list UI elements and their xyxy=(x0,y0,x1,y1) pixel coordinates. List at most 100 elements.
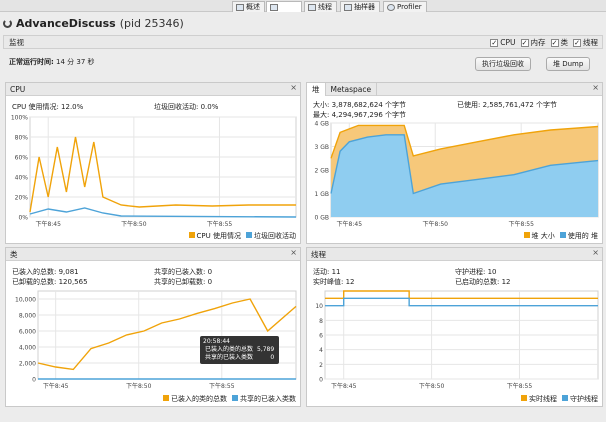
legend-label: 堆 大小 xyxy=(531,232,555,240)
tooltip-label: 共享的已装入类数 xyxy=(205,354,254,361)
tab-heap[interactable]: 堆 xyxy=(307,82,326,96)
uptime-value: 14 分 37 秒 xyxy=(56,58,95,66)
close-icon[interactable]: × xyxy=(290,248,297,257)
checkbox-checked-icon[interactable]: ✓ xyxy=(520,38,529,47)
x-tick-label: 下午8:45 xyxy=(337,220,363,228)
y-tick-label: 10,000 xyxy=(15,297,36,304)
cpu-panel-header: CPU × xyxy=(6,83,300,96)
legend-label: 已装入的类的总数 xyxy=(171,395,227,403)
close-icon[interactable]: × xyxy=(592,83,599,92)
chart-tooltip: 20:58:44 已装入的类的总数 5,789 共享的已装入类数 0 xyxy=(200,336,280,364)
app-pid: (pid 25346) xyxy=(119,16,184,30)
y-tick-label: 60% xyxy=(15,155,29,162)
threads-chart: 0 2 4 6 8 10 下午8:45 下午8:50 下午8:55 xyxy=(315,290,599,390)
y-tick-label: 20% xyxy=(15,195,29,202)
legend-swatch xyxy=(521,395,527,401)
checkbox-checked-icon[interactable]: ✓ xyxy=(490,38,499,47)
threads-legend: 实时线程 守护线程 xyxy=(521,394,598,404)
x-tick-label: 下午8:50 xyxy=(121,220,147,228)
shared-loaded: 共享的已装入数: 0 xyxy=(154,268,213,276)
legend-label: CPU 使用情况 xyxy=(196,232,241,240)
monitor-checkboxes: ✓ CPU ✓ 内存 ✓ 类 ✓ 线程 xyxy=(490,37,598,48)
check-memory[interactable]: ✓ 内存 xyxy=(520,37,546,48)
check-classes[interactable]: ✓ 类 xyxy=(550,37,568,48)
tooltip-value: 5,789 xyxy=(257,346,275,353)
heap-legend: 堆 大小 使用的 堆 xyxy=(523,231,598,241)
x-tick-label: 下午8:50 xyxy=(419,382,445,390)
legend-item: 垃圾回收活动 xyxy=(246,231,296,241)
checkbox-checked-icon[interactable]: ✓ xyxy=(573,38,581,47)
heap-chart: 0 GB 1 GB 2 GB 3 GB 4 GB 下午8:45 下午8:50 下午8:55 xyxy=(315,121,599,228)
classes-unloaded: 已卸载的总数: 120,565 xyxy=(12,278,88,286)
checkbox-checked-icon[interactable]: ✓ xyxy=(550,38,559,47)
y-tick-label: 2,000 xyxy=(19,361,36,368)
x-tick-label: 下午8:55 xyxy=(207,220,233,228)
x-tick-label: 下午8:45 xyxy=(331,382,357,390)
app-title: AdvanceDiscuss xyxy=(16,16,116,30)
x-tick-label: 下午8:50 xyxy=(126,382,152,390)
tooltip-row: 已装入的类的总数 5,789 xyxy=(203,346,276,354)
profiler-icon xyxy=(387,3,395,11)
close-icon[interactable]: × xyxy=(592,248,599,257)
y-tick-label: 4,000 xyxy=(19,345,36,352)
tab-bar: 概述 线程 抽样器 Profiler xyxy=(0,0,606,12)
legend-label: 共享的已装入类数 xyxy=(240,395,296,403)
uptime-label: 正常运行时间: xyxy=(9,58,54,66)
classes-loaded: 已装入的总数: 9,081 xyxy=(12,268,79,276)
y-tick-label: 0 xyxy=(32,377,36,384)
y-tick-label: 40% xyxy=(15,175,29,182)
sampler-icon xyxy=(344,3,352,11)
heap-panel-header: 堆 Metaspace × xyxy=(307,82,602,96)
heap-panel: 堆 Metaspace × 大小: 3,878,682,624 个字节 最大: … xyxy=(306,82,603,244)
legend-label: 实时线程 xyxy=(529,395,557,403)
classes-panel: 类 × 已装入的总数: 9,081 已卸载的总数: 120,565 共享的已装入数… xyxy=(5,247,301,407)
tab-threads[interactable]: 线程 xyxy=(304,1,337,12)
tooltip-row: 共享的已装入类数 0 xyxy=(203,354,276,362)
tab-label: 线程 xyxy=(318,3,332,11)
gc-button[interactable]: 执行垃圾回收 xyxy=(475,57,531,71)
threads-peak: 实时峰值: 12 xyxy=(313,278,355,286)
check-cpu[interactable]: ✓ CPU xyxy=(490,37,516,48)
y-tick-label: 6,000 xyxy=(19,329,36,336)
legend-label: 使用的 堆 xyxy=(567,232,598,240)
check-threads[interactable]: ✓ 线程 xyxy=(573,37,598,48)
legend-item: 使用的 堆 xyxy=(559,231,598,241)
y-tick-label: 2 GB xyxy=(315,168,330,175)
y-tick-label: 3 GB xyxy=(315,144,330,151)
cpu-panel: CPU × CPU 使用情况: 12.0% 垃圾回收活动: 0.0% 0% 20% 4… xyxy=(5,82,301,244)
legend-item: 实时线程 xyxy=(521,394,557,404)
panel-title: CPU xyxy=(10,84,26,94)
tooltip-label: 已装入的类的总数 xyxy=(205,346,254,353)
tab-metaspace[interactable]: Metaspace xyxy=(326,82,378,96)
shared-unloaded: 共享的已卸载数: 0 xyxy=(154,278,213,286)
legend-swatch xyxy=(232,395,238,401)
heap-dump-button[interactable]: 堆 Dump xyxy=(546,57,591,71)
monitor-icon xyxy=(270,3,278,11)
classes-panel-header: 类 × xyxy=(6,248,300,261)
legend-swatch xyxy=(562,395,568,401)
tooltip-table: 已装入的类的总数 5,789 共享的已装入类数 0 xyxy=(203,346,276,362)
y-tick-label: 80% xyxy=(15,135,29,142)
tooltip-time: 20:58:44 xyxy=(203,338,230,345)
legend-swatch xyxy=(559,232,566,238)
tab-monitor[interactable] xyxy=(266,1,302,12)
tab-sampler[interactable]: 抽样器 xyxy=(340,1,380,12)
threads-started: 已启动的总数: 12 xyxy=(455,278,511,286)
threads-panel: 线程 × 活动: 11 实时峰值: 12 守护进程: 10 已启动的总数: 12 … xyxy=(306,247,603,407)
close-icon[interactable]: × xyxy=(290,83,297,92)
uptime: 正常运行时间: 14 分 37 秒 xyxy=(9,57,95,67)
tooltip-value: 0 xyxy=(270,354,275,361)
tab-profiler[interactable]: Profiler xyxy=(383,1,427,12)
y-tick-label: 10 xyxy=(315,303,323,310)
tab-overview[interactable]: 概述 xyxy=(232,1,265,12)
x-tick-label: 下午8:50 xyxy=(422,220,448,228)
overview-icon xyxy=(236,3,244,11)
app-titlebar: AdvanceDiscuss (pid 25346) xyxy=(3,16,184,30)
cpu-legend: CPU 使用情况 垃圾回收活动 xyxy=(188,231,296,241)
threads-daemon: 守护进程: 10 xyxy=(455,268,497,276)
check-label: CPU xyxy=(500,38,516,47)
legend-swatch xyxy=(163,395,169,401)
y-tick-label: 0 GB xyxy=(315,215,330,222)
x-tick-label: 下午8:45 xyxy=(43,382,69,390)
y-tick-label: 1 GB xyxy=(315,191,330,198)
